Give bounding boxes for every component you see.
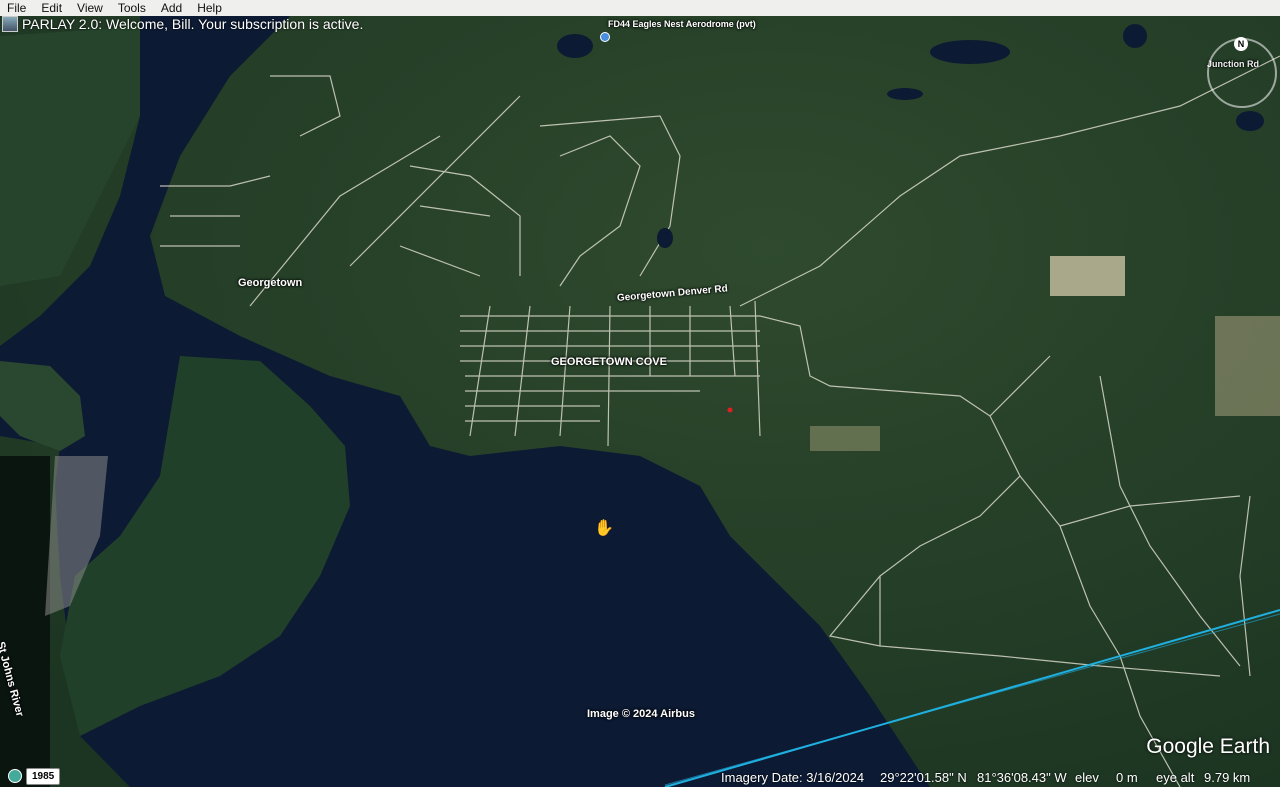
menu-edit[interactable]: Edit bbox=[33, 0, 69, 16]
georgetown-cove-label[interactable]: GEORGETOWN COVE bbox=[551, 356, 667, 368]
longitude-readout: 81°36'08.43" W bbox=[977, 769, 1067, 785]
clearing bbox=[1050, 256, 1125, 296]
pond bbox=[557, 34, 593, 58]
compass-north-icon[interactable]: N bbox=[1234, 37, 1248, 51]
menu-help[interactable]: Help bbox=[189, 0, 229, 16]
navigation-compass[interactable]: N bbox=[1207, 37, 1277, 108]
satellite-imagery bbox=[0, 16, 1280, 787]
eye-alt-label: eye alt bbox=[1156, 769, 1195, 785]
placemark-dot bbox=[727, 407, 733, 413]
pond bbox=[930, 40, 1010, 64]
latitude-readout: 29°22'01.58" N bbox=[880, 769, 967, 785]
eye-alt-value: 9.79 km bbox=[1204, 769, 1251, 785]
map-view[interactable]: FD44 Eagles Nest Aerodrome (pvt) Junctio… bbox=[0, 16, 1280, 787]
menu-bar: File Edit View Tools Add Help bbox=[0, 0, 1280, 16]
status-bar: Imagery Date: 3/16/2024 29°22'01.58" N 8… bbox=[0, 767, 1280, 787]
elev-value: 0 m bbox=[1116, 769, 1138, 785]
imagery-gap bbox=[0, 456, 50, 787]
elev-label: elev bbox=[1075, 769, 1099, 785]
pond bbox=[1123, 24, 1147, 48]
imagery-date: Imagery Date: 3/16/2024 bbox=[721, 769, 865, 785]
clearing bbox=[810, 426, 880, 451]
menu-add[interactable]: Add bbox=[153, 0, 189, 16]
app-icon bbox=[2, 16, 18, 32]
georgetown-label[interactable]: Georgetown bbox=[238, 277, 302, 289]
clearing bbox=[1215, 316, 1280, 416]
pond bbox=[887, 88, 923, 100]
menu-tools[interactable]: Tools bbox=[110, 0, 153, 16]
airport-label[interactable]: FD44 Eagles Nest Aerodrome (pvt) bbox=[608, 19, 756, 29]
pond bbox=[657, 228, 673, 248]
pond bbox=[1236, 111, 1264, 131]
welcome-text: PARLAY 2.0: Welcome, Bill. Your subscrip… bbox=[22, 16, 364, 32]
google-earth-logo: Google Earth bbox=[1146, 735, 1270, 758]
welcome-banner: PARLAY 2.0: Welcome, Bill. Your subscrip… bbox=[2, 16, 363, 32]
image-credit: Image © 2024 Airbus bbox=[587, 708, 695, 720]
menu-file[interactable]: File bbox=[0, 0, 33, 16]
hand-cursor-icon: ✋ bbox=[594, 520, 614, 537]
airport-icon[interactable] bbox=[600, 32, 610, 42]
menu-view[interactable]: View bbox=[69, 0, 110, 16]
